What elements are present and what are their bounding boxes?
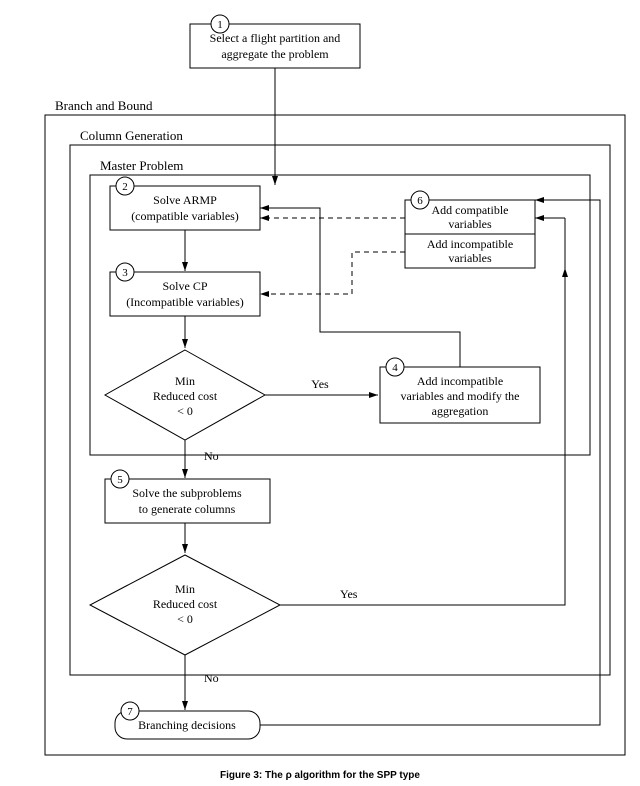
svg-text:Add incompatible: Add incompatible xyxy=(427,237,513,251)
svg-text:Add compatible: Add compatible xyxy=(432,203,509,217)
svg-text:3: 3 xyxy=(122,267,128,279)
svg-text:< 0: < 0 xyxy=(177,612,193,626)
d2-no-label: No xyxy=(204,671,219,685)
svg-text:1: 1 xyxy=(217,19,223,31)
svg-text:Solve the subproblems: Solve the subproblems xyxy=(132,486,242,500)
node-5: Solve the subproblems to generate column… xyxy=(105,470,270,523)
node-7: Branching decisions 7 xyxy=(115,702,260,739)
svg-text:Branching decisions: Branching decisions xyxy=(138,718,236,732)
svg-text:(Incompatible variables): (Incompatible variables) xyxy=(126,295,244,309)
svg-text:aggregation: aggregation xyxy=(432,404,489,418)
flowchart-diagram: Branch and Bound Column Generation Maste… xyxy=(0,0,640,786)
svg-text:aggregate the problem: aggregate the problem xyxy=(221,47,329,61)
svg-text:Min: Min xyxy=(175,582,195,596)
svg-text:Reduced cost: Reduced cost xyxy=(153,597,218,611)
svg-text:variables: variables xyxy=(448,217,492,231)
d1-yes-label: Yes xyxy=(311,377,329,391)
node-6: Add compatible variables Add incompatibl… xyxy=(405,191,535,268)
svg-text:Min: Min xyxy=(175,374,195,388)
svg-text:6: 6 xyxy=(417,195,423,207)
branch-and-bound-label: Branch and Bound xyxy=(55,98,153,113)
svg-text:7: 7 xyxy=(127,706,133,718)
figure-caption: Figure 3: The ρ algorithm for the SPP ty… xyxy=(220,770,420,781)
decision-1: Min Reduced cost < 0 xyxy=(105,350,265,440)
svg-text:5: 5 xyxy=(117,474,123,486)
node-2: Solve ARMP (compatible variables) 2 xyxy=(110,177,260,230)
svg-text:Reduced cost: Reduced cost xyxy=(153,389,218,403)
svg-text:Select a flight partition and: Select a flight partition and xyxy=(210,31,341,45)
svg-text:(compatible variables): (compatible variables) xyxy=(131,209,239,223)
master-problem-label: Master Problem xyxy=(100,158,183,173)
svg-text:Solve ARMP: Solve ARMP xyxy=(153,193,217,207)
node-4: Add incompatible variables and modify th… xyxy=(380,358,540,423)
decision-2: Min Reduced cost < 0 xyxy=(90,555,280,655)
d1-no-label: No xyxy=(204,449,219,463)
svg-text:< 0: < 0 xyxy=(177,404,193,418)
svg-text:variables and modify the: variables and modify the xyxy=(401,389,520,403)
svg-text:2: 2 xyxy=(122,181,128,193)
svg-text:Add incompatible: Add incompatible xyxy=(417,374,503,388)
column-generation-label: Column Generation xyxy=(80,128,183,143)
svg-text:Solve CP: Solve CP xyxy=(162,279,207,293)
node-1: Select a flight partition and aggregate … xyxy=(190,15,360,68)
d2-yes-label: Yes xyxy=(340,587,358,601)
svg-text:variables: variables xyxy=(448,251,492,265)
svg-text:to generate columns: to generate columns xyxy=(139,502,236,516)
svg-text:4: 4 xyxy=(392,362,398,374)
